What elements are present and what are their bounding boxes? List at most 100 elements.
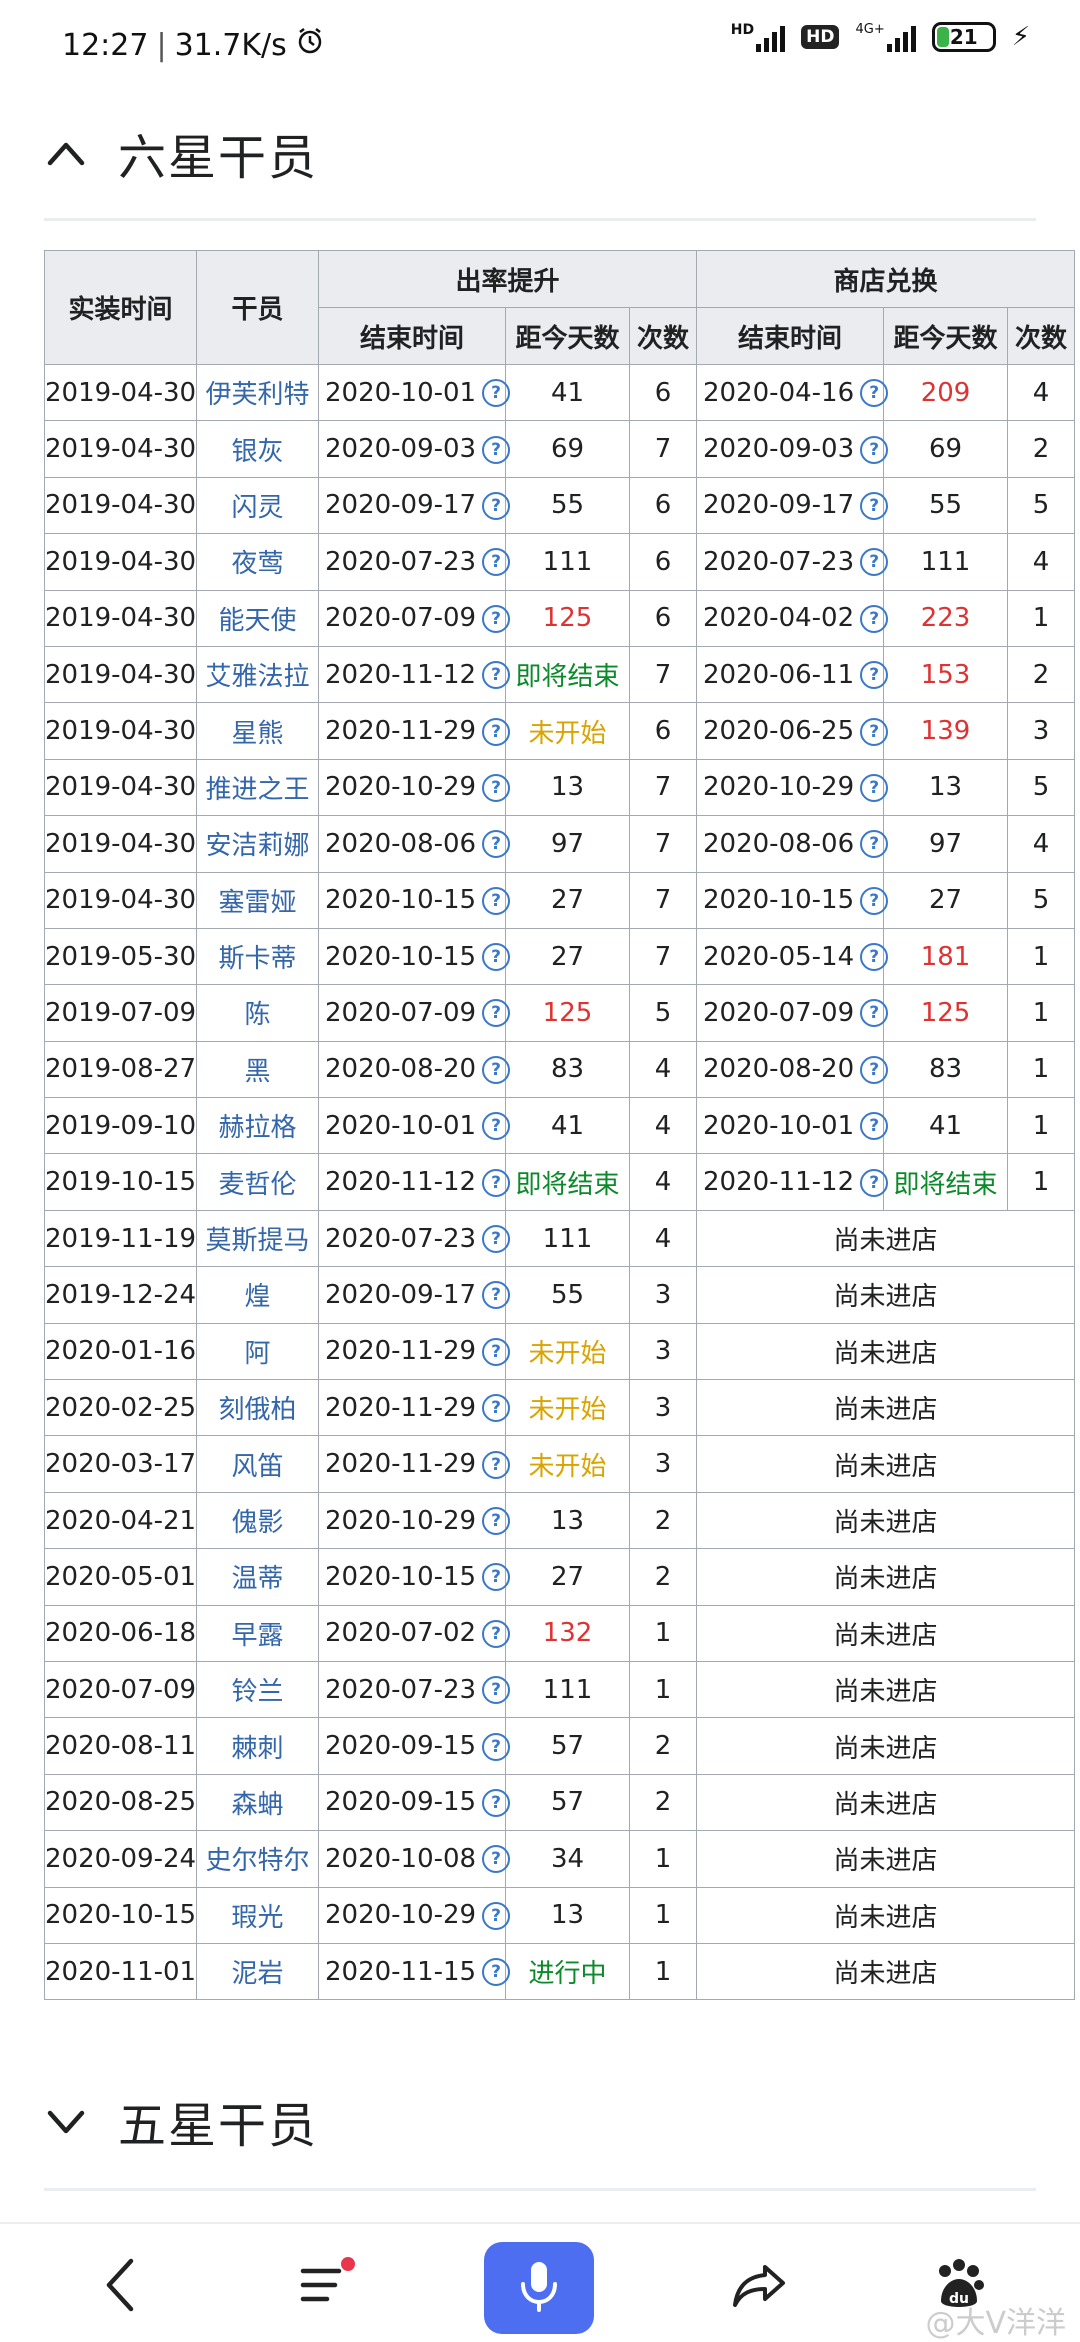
help-icon[interactable]: ?	[482, 1507, 511, 1535]
operator-link[interactable]: 安洁莉娜	[196, 815, 319, 873]
chevron-down-icon[interactable]	[44, 2099, 88, 2143]
operator-link[interactable]: 黑	[196, 1040, 319, 1099]
help-icon[interactable]: ?	[482, 1845, 511, 1874]
rateup-count: 7	[628, 871, 698, 929]
help-icon[interactable]: ?	[860, 1055, 889, 1084]
release-date: 2019-04-30	[44, 815, 197, 873]
help-icon[interactable]: ?	[482, 1337, 511, 1366]
help-icon[interactable]: ?	[860, 379, 889, 408]
help-icon[interactable]: ?	[482, 1619, 511, 1648]
end-date: 2020-11-29	[325, 1449, 477, 1480]
operator-link[interactable]: 煌	[196, 1266, 319, 1324]
help-icon[interactable]: ?	[482, 1168, 511, 1197]
operator-link[interactable]: 陈	[196, 984, 319, 1042]
help-icon[interactable]: ?	[860, 886, 889, 915]
help-icon[interactable]: ?	[860, 943, 889, 972]
help-icon[interactable]: ?	[860, 661, 889, 690]
operator-link[interactable]: 夜莺	[196, 533, 319, 591]
help-icon[interactable]: ?	[482, 1901, 511, 1930]
operator-link[interactable]: 阿	[196, 1322, 319, 1381]
help-icon[interactable]: ?	[482, 1958, 511, 1987]
help-icon[interactable]: ?	[482, 886, 511, 915]
rateup-end-cell: 2020-09-17?	[318, 1266, 511, 1324]
help-icon[interactable]: ?	[860, 773, 889, 802]
back-button[interactable]	[66, 2242, 176, 2332]
operator-link[interactable]: 麦哲伦	[196, 1153, 319, 1211]
help-icon[interactable]: ?	[860, 999, 889, 1028]
help-icon[interactable]: ?	[860, 1168, 889, 1197]
operator-link[interactable]: 森蚺	[196, 1773, 319, 1832]
help-icon[interactable]: ?	[482, 379, 511, 408]
operator-link[interactable]: 赫拉格	[196, 1097, 319, 1155]
header-release: 实装时间	[44, 250, 197, 365]
chevron-up-icon[interactable]	[44, 131, 88, 175]
help-icon[interactable]: ?	[482, 1281, 511, 1310]
end-date: 2020-09-17	[325, 1279, 477, 1310]
help-icon[interactable]: ?	[860, 1112, 889, 1141]
help-icon[interactable]: ?	[482, 1450, 511, 1479]
shop-status: 尚未进店	[696, 1830, 1076, 1888]
operator-link[interactable]: 早露	[196, 1604, 319, 1662]
help-icon[interactable]: ?	[482, 1225, 511, 1254]
header-end: 结束时间	[318, 307, 506, 365]
help-icon[interactable]: ?	[482, 661, 511, 690]
table-row: 2019-04-30 夜莺 2020-07-23? 111 6 2020-07-23? 11…	[44, 533, 1076, 591]
operator-link[interactable]: 闪灵	[196, 476, 319, 535]
help-icon[interactable]: ?	[860, 717, 889, 746]
section-header-six-star[interactable]: 六星干员	[44, 118, 318, 188]
shop-days: 27	[883, 871, 1009, 929]
menu-button[interactable]	[270, 2242, 380, 2332]
operator-link[interactable]: 史尔特尔	[196, 1830, 319, 1888]
operator-link[interactable]: 瑕光	[196, 1886, 319, 1944]
operator-link[interactable]: 银灰	[196, 420, 319, 478]
operator-link[interactable]: 刻俄柏	[196, 1379, 319, 1437]
operator-link[interactable]: 莫斯提马	[196, 1209, 319, 1268]
operator-link[interactable]: 铃兰	[196, 1660, 319, 1719]
operator-link[interactable]: 傀影	[196, 1491, 319, 1550]
help-icon[interactable]: ?	[482, 717, 511, 746]
help-icon[interactable]: ?	[482, 943, 511, 972]
rateup-days: 13	[505, 1886, 630, 1944]
operator-link[interactable]: 推进之王	[196, 758, 319, 817]
help-icon[interactable]: ?	[482, 604, 511, 633]
operator-link[interactable]: 星熊	[196, 702, 319, 760]
rateup-days: 83	[505, 1040, 630, 1099]
help-icon[interactable]: ?	[860, 548, 889, 577]
help-icon[interactable]: ?	[482, 1732, 511, 1761]
operator-link[interactable]: 斯卡蒂	[196, 927, 319, 986]
end-date: 2020-08-20	[325, 1054, 477, 1085]
operator-link[interactable]: 塞雷娅	[196, 871, 319, 929]
help-icon[interactable]: ?	[860, 435, 889, 464]
help-icon[interactable]: ?	[482, 435, 511, 464]
help-icon[interactable]: ?	[860, 830, 889, 859]
help-icon[interactable]: ?	[482, 1112, 511, 1141]
end-date: 2020-11-29	[325, 716, 477, 747]
operator-link[interactable]: 能天使	[196, 589, 319, 647]
help-icon[interactable]: ?	[482, 773, 511, 802]
table-body: 2019-04-30 伊芙利特 2020-10-01? 41 6 2020-04-16? 2…	[44, 363, 1076, 2001]
help-icon[interactable]: ?	[860, 604, 889, 633]
shop-end-cell: 2020-06-25?	[696, 702, 889, 760]
help-icon[interactable]: ?	[860, 491, 889, 520]
help-icon[interactable]: ?	[482, 830, 511, 859]
voice-search-button[interactable]	[484, 2242, 594, 2334]
shop-end-cell: 2020-06-11?	[696, 645, 889, 704]
help-icon[interactable]: ?	[482, 491, 511, 520]
operator-link[interactable]: 泥岩	[196, 1942, 319, 2001]
section-header-five-star[interactable]: 五星干员	[44, 2086, 318, 2156]
operator-link[interactable]: 棘刺	[196, 1717, 319, 1775]
help-icon[interactable]: ?	[482, 1788, 511, 1817]
operator-link[interactable]: 温蒂	[196, 1548, 319, 1606]
operator-link[interactable]: 艾雅法拉	[196, 645, 319, 704]
help-icon[interactable]: ?	[482, 1394, 511, 1423]
rateup-count: 4	[628, 1209, 698, 1268]
help-icon[interactable]: ?	[482, 1563, 511, 1592]
operator-link[interactable]: 伊芙利特	[196, 363, 319, 422]
end-date: 2020-08-20	[703, 1054, 855, 1085]
help-icon[interactable]: ?	[482, 1676, 511, 1705]
help-icon[interactable]: ?	[482, 548, 511, 577]
operator-link[interactable]: 风笛	[196, 1435, 319, 1493]
help-icon[interactable]: ?	[482, 1055, 511, 1084]
share-button[interactable]	[704, 2242, 814, 2332]
help-icon[interactable]: ?	[482, 999, 511, 1028]
